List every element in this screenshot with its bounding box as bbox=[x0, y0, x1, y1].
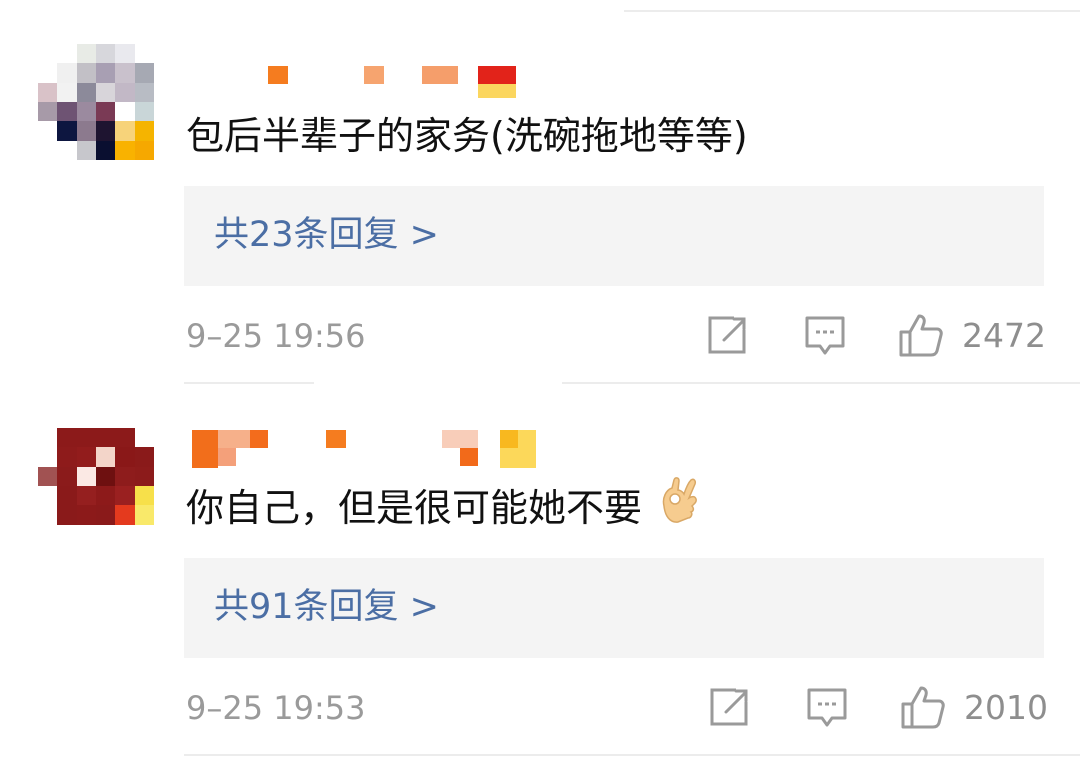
bottom-divider bbox=[184, 754, 1080, 756]
comment-text: 你自己，但是很可能她不要 bbox=[186, 477, 700, 537]
like-button[interactable] bbox=[898, 312, 944, 357]
ok-hand-icon bbox=[654, 476, 700, 537]
avatar[interactable] bbox=[38, 428, 154, 544]
like-count: 2472 bbox=[962, 316, 1046, 355]
repost-button[interactable] bbox=[708, 686, 750, 730]
top-divider bbox=[624, 10, 1080, 12]
comment-divider bbox=[184, 382, 314, 384]
comment-icon bbox=[805, 316, 845, 355]
share-edit-icon bbox=[710, 688, 748, 726]
username-redacted[interactable] bbox=[186, 428, 566, 468]
comment-text: 包后半辈子的家务(洗碗拖地等等) bbox=[186, 114, 748, 158]
avatar[interactable] bbox=[38, 44, 154, 160]
username-redacted[interactable] bbox=[186, 62, 566, 102]
replies-count-label: 共91条回复 > bbox=[214, 587, 439, 627]
comment-timestamp: 9–25 19:53 bbox=[186, 689, 366, 727]
like-button[interactable] bbox=[900, 684, 946, 729]
comment-button[interactable] bbox=[806, 686, 848, 730]
comment-icon bbox=[807, 688, 847, 727]
thumbs-up-icon bbox=[899, 314, 943, 357]
comment-text-body: 你自己，但是很可能她不要 bbox=[186, 486, 643, 530]
like-count: 2010 bbox=[964, 688, 1048, 727]
share-edit-icon bbox=[708, 316, 746, 354]
view-replies-button[interactable]: 共91条回复 > bbox=[184, 558, 1044, 658]
thumbs-up-icon bbox=[901, 686, 945, 729]
comment-button[interactable] bbox=[804, 314, 846, 358]
repost-button[interactable] bbox=[706, 314, 748, 358]
comment-divider bbox=[562, 382, 1080, 384]
view-replies-button[interactable]: 共23条回复 > bbox=[184, 186, 1044, 286]
comment-timestamp: 9–25 19:56 bbox=[186, 317, 366, 355]
replies-count-label: 共23条回复 > bbox=[214, 215, 439, 255]
